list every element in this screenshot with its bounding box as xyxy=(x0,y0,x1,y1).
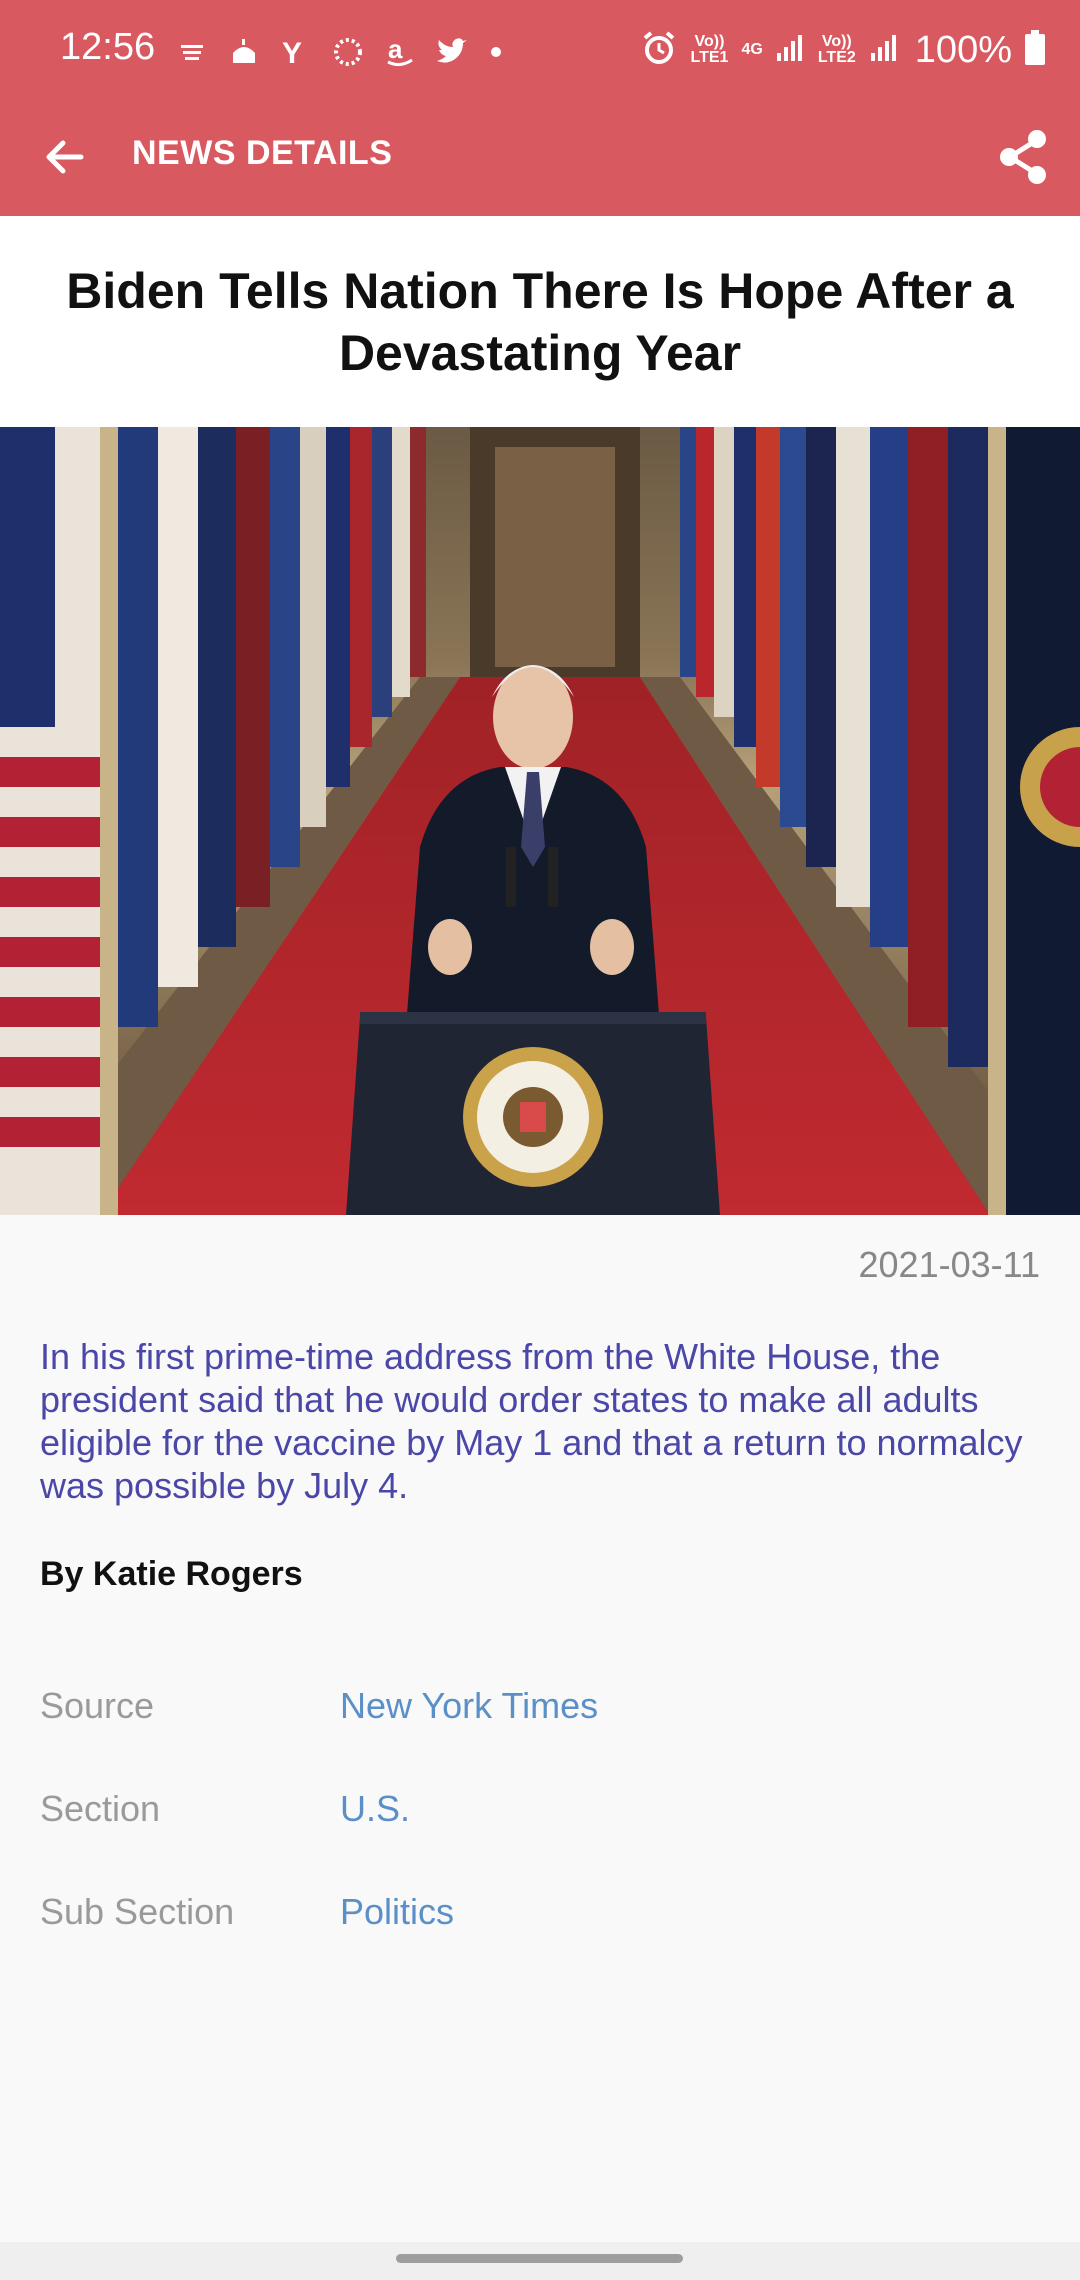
meta-value-subsection[interactable]: Politics xyxy=(340,1891,454,1933)
article-date: 2021-03-11 xyxy=(858,1244,1040,1285)
article-byline: By Katie Rogers xyxy=(40,1555,303,1593)
notification-icons: Y a xyxy=(175,30,501,74)
battery-percentage: 100% xyxy=(914,28,1012,71)
system-nav-bar xyxy=(0,2242,1080,2280)
status-right: Vo)) LTE1 4G Vo)) LTE2 100% xyxy=(641,26,1046,74)
sim1-label: Vo)) LTE1 xyxy=(690,33,729,66)
twitter-icon xyxy=(435,35,469,69)
share-icon xyxy=(1000,130,1046,184)
article-image[interactable] xyxy=(0,427,1080,1215)
svg-text:a: a xyxy=(388,36,403,64)
svg-text:Y: Y xyxy=(282,37,302,68)
battery-icon xyxy=(1024,29,1046,71)
circle-dots-icon xyxy=(331,35,365,69)
more-notifications-dot xyxy=(491,47,501,57)
arrow-back-icon xyxy=(46,140,84,174)
signal-icon-2 xyxy=(869,33,899,68)
status-time: 12:56 xyxy=(60,26,156,68)
meta-label-section: Section xyxy=(40,1788,161,1829)
meta-label-source: Source xyxy=(40,1685,155,1726)
meta-value-section[interactable]: U.S. xyxy=(340,1788,410,1830)
status-bar: 12:56 Y a Vo)) LTE1 4G Vo)) LTE2 100% xyxy=(0,0,1080,100)
app-header: 12:56 Y a Vo)) LTE1 4G Vo)) LTE2 100% NE… xyxy=(0,0,1080,216)
page-title: NEWS DETAILS xyxy=(132,134,393,172)
yahoo-icon: Y xyxy=(279,35,313,69)
sim2-label: Vo)) LTE2 xyxy=(817,33,856,66)
mosque-icon xyxy=(227,35,261,69)
share-button[interactable] xyxy=(984,118,1062,196)
meta-label-subsection: Sub Section xyxy=(40,1891,235,1932)
signal-icon-1 xyxy=(775,33,805,68)
article-summary: In his first prime-time address from the… xyxy=(40,1336,1023,1506)
meta-value-source[interactable]: New York Times xyxy=(340,1685,598,1727)
amazon-icon: a xyxy=(383,35,417,69)
home-gesture-handle[interactable] xyxy=(396,2254,683,2263)
network-gen-label: 4G xyxy=(741,41,763,58)
article-headline: Biden Tells Nation There Is Hope After a… xyxy=(66,263,1014,381)
back-button[interactable] xyxy=(30,122,100,192)
app-bar: NEWS DETAILS xyxy=(0,100,1080,216)
headline-area: Biden Tells Nation There Is Hope After a… xyxy=(0,216,1080,427)
dubai-mall-icon xyxy=(175,35,209,69)
alarm-icon xyxy=(641,30,677,71)
